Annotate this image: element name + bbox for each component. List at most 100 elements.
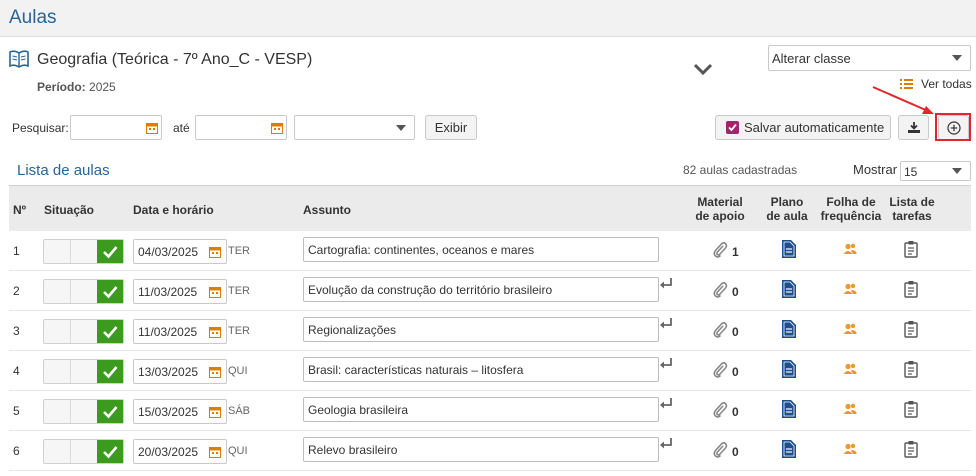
plano-document-icon[interactable] — [780, 359, 797, 379]
users-icon[interactable] — [843, 283, 857, 295]
users-icon[interactable] — [843, 403, 857, 415]
situacao-check[interactable] — [97, 360, 123, 383]
subject-value: Brasil: características naturais – litos… — [308, 363, 524, 377]
paperclip-icon[interactable] — [712, 241, 728, 258]
day-of-week: TER — [228, 245, 250, 257]
table-row: 3 11/03/2025 TER Regionalizações 0 — [9, 311, 971, 351]
checkbox-checked-icon[interactable] — [726, 121, 739, 134]
toggle-divider — [70, 320, 71, 343]
clipboard-icon[interactable] — [904, 440, 918, 458]
col-situacao: Situação — [44, 203, 95, 217]
ate-label: até — [173, 121, 190, 135]
row-num: 2 — [13, 284, 20, 298]
situacao-check[interactable] — [97, 440, 123, 463]
col-folha-line2: frequência — [820, 209, 882, 223]
date-from-input[interactable] — [70, 115, 162, 140]
situacao-toggle[interactable] — [43, 279, 124, 304]
plano-document-icon[interactable] — [780, 439, 797, 459]
clipboard-icon[interactable] — [904, 400, 918, 418]
calendar-icon[interactable] — [209, 246, 221, 258]
page-title: Aulas — [9, 7, 57, 28]
exibir-button[interactable]: Exibir — [425, 115, 477, 140]
alterar-classe-select[interactable]: Alterar classe — [768, 45, 971, 71]
situacao-check[interactable] — [97, 400, 123, 423]
situacao-check[interactable] — [97, 240, 123, 263]
subject-input[interactable]: Evolução da construção do território bra… — [303, 277, 659, 302]
col-plano-line1: Plano — [770, 195, 804, 209]
calendar-icon[interactable] — [209, 286, 221, 298]
lesson-date-value: 11/03/2025 — [138, 325, 198, 339]
subject-input[interactable]: Regionalizações — [303, 317, 659, 342]
plano-document-icon[interactable] — [780, 279, 797, 299]
subject-input[interactable]: Cartografia: continentes, oceanos e mare… — [303, 237, 659, 262]
calendar-icon[interactable] — [209, 366, 221, 378]
salvar-automaticamente-button[interactable]: Salvar automaticamente — [715, 115, 891, 140]
calendar-icon[interactable] — [209, 326, 221, 338]
plano-document-icon[interactable] — [780, 399, 797, 419]
situacao-check[interactable] — [97, 280, 123, 303]
toggle-divider — [70, 400, 71, 423]
lesson-date-input[interactable]: 11/03/2025 — [133, 279, 227, 304]
situacao-toggle[interactable] — [43, 239, 124, 264]
enter-icon[interactable] — [659, 357, 673, 371]
paperclip-icon[interactable] — [712, 441, 728, 458]
lesson-date-input[interactable]: 13/03/2025 — [133, 359, 227, 384]
subject-value: Relevo brasileiro — [308, 443, 398, 457]
users-icon[interactable] — [843, 323, 857, 335]
material-count: 0 — [732, 445, 739, 459]
paperclip-icon[interactable] — [712, 361, 728, 378]
calendar-icon[interactable] — [209, 446, 221, 458]
situacao-toggle[interactable] — [43, 399, 124, 424]
enter-icon[interactable] — [659, 397, 673, 411]
alterar-classe-value: Alterar classe — [772, 51, 851, 66]
col-plano: Plano de aula — [759, 195, 815, 223]
mostrar-label: Mostrar — [853, 162, 898, 177]
date-to-input[interactable] — [195, 115, 287, 140]
situacao-toggle[interactable] — [43, 439, 124, 464]
calendar-icon[interactable] — [209, 406, 221, 418]
paperclip-icon[interactable] — [712, 321, 728, 338]
enter-icon[interactable] — [659, 277, 673, 291]
filter-select[interactable] — [294, 115, 415, 140]
download-icon — [907, 122, 920, 133]
subject-input[interactable]: Relevo brasileiro — [303, 437, 659, 462]
enter-icon[interactable] — [659, 437, 673, 451]
material-count: 1 — [732, 245, 739, 259]
subject-input[interactable]: Geologia brasileira — [303, 397, 659, 422]
material-count: 0 — [732, 365, 739, 379]
paperclip-icon[interactable] — [712, 281, 728, 298]
lesson-date-input[interactable]: 04/03/2025 — [133, 239, 227, 264]
users-icon[interactable] — [843, 363, 857, 375]
col-material: Material de apoio — [691, 195, 749, 223]
lesson-date-value: 15/03/2025 — [138, 405, 199, 419]
page-header: Aulas — [0, 0, 976, 37]
users-icon[interactable] — [843, 443, 857, 455]
day-of-week: TER — [228, 285, 250, 297]
col-folha-line1: Folha de — [826, 195, 876, 209]
subject-input[interactable]: Brasil: características naturais – litos… — [303, 357, 659, 382]
plano-document-icon[interactable] — [780, 239, 797, 259]
clipboard-icon[interactable] — [904, 360, 918, 378]
lesson-date-input[interactable]: 11/03/2025 — [133, 319, 227, 344]
clipboard-icon[interactable] — [904, 240, 918, 258]
plano-document-icon[interactable] — [780, 319, 797, 339]
lesson-date-input[interactable]: 15/03/2025 — [133, 399, 227, 424]
situacao-toggle[interactable] — [43, 359, 124, 384]
check-icon — [103, 286, 118, 299]
lesson-date-input[interactable]: 20/03/2025 — [133, 439, 227, 464]
col-plano-line2: de aula — [766, 209, 808, 223]
chevron-down-icon[interactable] — [692, 62, 714, 76]
mostrar-select[interactable]: 15 — [900, 161, 971, 181]
situacao-toggle[interactable] — [43, 319, 124, 344]
calendar-icon[interactable] — [271, 122, 283, 134]
clipboard-icon[interactable] — [904, 320, 918, 338]
calendar-icon[interactable] — [146, 122, 158, 134]
clipboard-icon[interactable] — [904, 280, 918, 298]
lista-title: Lista de aulas — [17, 162, 110, 179]
col-lista-line1: Lista de — [889, 195, 935, 209]
situacao-check[interactable] — [97, 320, 123, 343]
paperclip-icon[interactable] — [712, 401, 728, 418]
enter-icon[interactable] — [659, 317, 673, 331]
users-icon[interactable] — [843, 243, 857, 255]
periodo-value: 2025 — [89, 80, 116, 94]
